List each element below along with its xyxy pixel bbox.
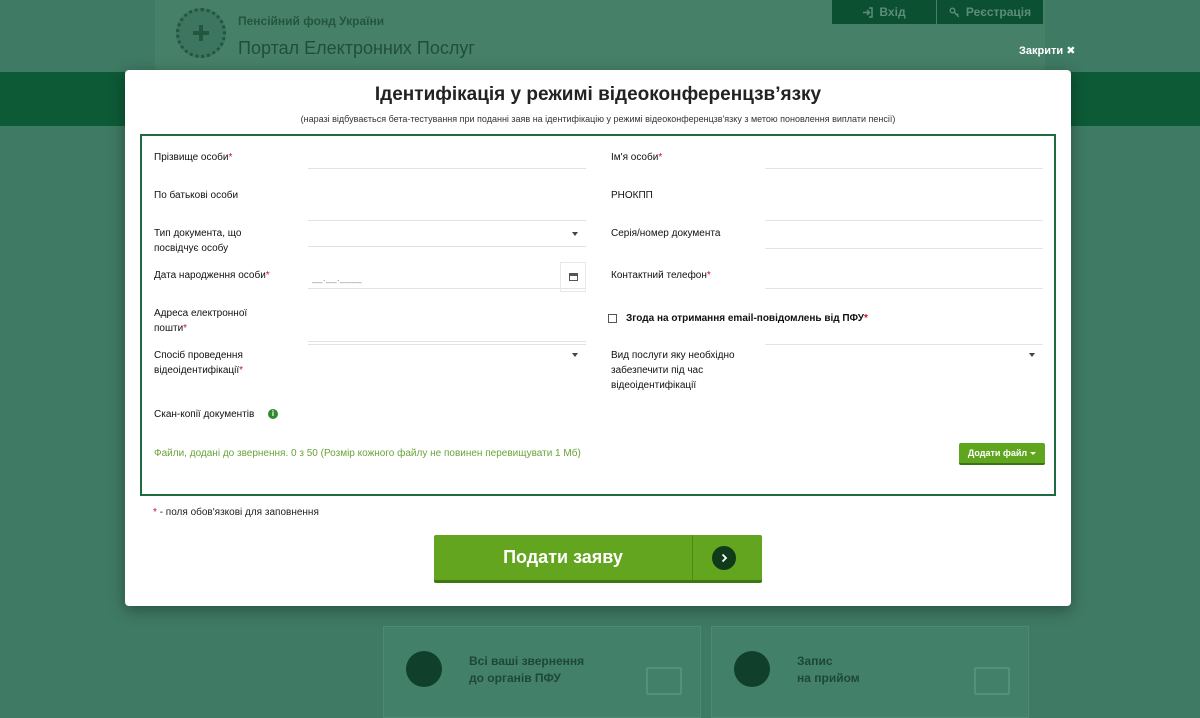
identification-form: Прізвище особи* Ім'я особи* По батькові …	[140, 134, 1056, 496]
envelope-icon	[406, 651, 442, 687]
key-icon	[949, 7, 960, 17]
name-input[interactable]	[765, 146, 1043, 169]
doc-type-select[interactable]	[308, 224, 586, 247]
add-file-button[interactable]: Додати файл	[959, 443, 1045, 465]
video-identification-modal: Ідентифікація у режимі відеоконференцзв’…	[125, 70, 1071, 606]
method-label: Спосіб проведення відеоідентифікації*	[154, 350, 244, 376]
register-button[interactable]: Реєстрація	[937, 0, 1043, 24]
appointment-card-line2: на прийом	[797, 671, 860, 685]
chevron-down-icon	[1029, 353, 1035, 357]
doc-number-label: Серія/номер документа	[611, 228, 721, 239]
login-icon	[863, 6, 874, 18]
submit-divider	[692, 535, 693, 580]
surname-input[interactable]	[308, 146, 586, 169]
appeals-card-line2: до органів ПФУ	[469, 671, 561, 685]
name-label: Ім'я особи*	[611, 152, 663, 163]
close-label: Закрити	[1019, 45, 1064, 57]
close-icon: ✖	[1066, 45, 1076, 57]
required-fields-note: * - поля обов'язкові для заповнення	[153, 507, 319, 518]
appointment-card-line1: Запис	[797, 654, 833, 668]
arrow-right-icon	[712, 546, 736, 570]
patronymic-label: По батькові особи	[154, 190, 239, 201]
birth-date-label: Дата народження особи*	[154, 270, 270, 281]
chevron-down-icon	[572, 232, 578, 236]
phone-input[interactable]	[765, 266, 1043, 289]
appeals-card[interactable]: Всі ваші звернення до органів ПФУ	[383, 626, 701, 718]
service-type-select[interactable]	[765, 344, 1043, 367]
submit-application-button[interactable]: Подати заяву	[434, 535, 762, 583]
submit-label: Подати заяву	[503, 547, 623, 567]
rnokpp-input[interactable]	[765, 198, 1043, 221]
envelope-deco-icon	[646, 667, 682, 695]
calendar-deco-icon	[974, 667, 1010, 695]
modal-subtitle: (наразі відбувається бета-тестування при…	[300, 114, 896, 124]
logo-cross-icon	[193, 25, 209, 41]
register-label: Реєстрація	[965, 5, 1032, 19]
birth-date-input[interactable]: __.__.____	[308, 262, 586, 292]
rnokpp-label: РНОКПП	[611, 190, 653, 201]
patronymic-input[interactable]	[308, 198, 586, 221]
files-counter-text: Файли, додані до звернення. 0 з 50 (Розм…	[154, 448, 581, 459]
appointment-card[interactable]: Запис на прийом	[711, 626, 1029, 718]
email-consent-label: Згода на отримання email-повідомлень від…	[626, 313, 868, 324]
birth-date-placeholder: __.__.____	[312, 273, 363, 283]
calendar-button[interactable]	[560, 262, 586, 292]
email-input[interactable]	[308, 319, 586, 342]
portal-name: Портал Електронних Послуг	[238, 38, 475, 58]
chevron-down-icon	[572, 353, 578, 357]
doc-number-input[interactable]	[765, 226, 1043, 249]
pfu-logo	[176, 8, 226, 58]
info-icon[interactable]: i	[268, 409, 278, 419]
modal-title: Ідентифікація у режимі відеоконференцзв’…	[374, 84, 822, 105]
method-select[interactable]	[308, 344, 586, 367]
service-type-label: Вид послуги яку необхідно забезпечити пі…	[611, 350, 735, 391]
chevron-right-icon	[721, 553, 728, 563]
add-file-label: Додати файл	[967, 448, 1028, 458]
calendar-icon	[734, 651, 770, 687]
calendar-icon	[568, 273, 578, 281]
phone-label: Контактний телефон*	[611, 270, 711, 281]
surname-label: Прізвище особи*	[154, 152, 233, 163]
login-label: Вхід	[879, 5, 906, 19]
close-modal-button[interactable]: Закрити ✖	[1019, 44, 1075, 57]
login-button[interactable]: Вхід	[832, 0, 936, 24]
scans-label: Скан-копії документів	[154, 409, 255, 420]
email-consent-checkbox[interactable]	[608, 314, 617, 323]
email-label: Адреса електронної пошти*	[154, 308, 248, 334]
caret-down-icon	[1030, 451, 1037, 455]
appeals-card-line1: Всі ваші звернення	[469, 654, 585, 668]
doc-type-label: Тип документа, що посвідчує особу	[154, 228, 242, 254]
org-name: Пенсійний фонд України	[238, 14, 385, 28]
